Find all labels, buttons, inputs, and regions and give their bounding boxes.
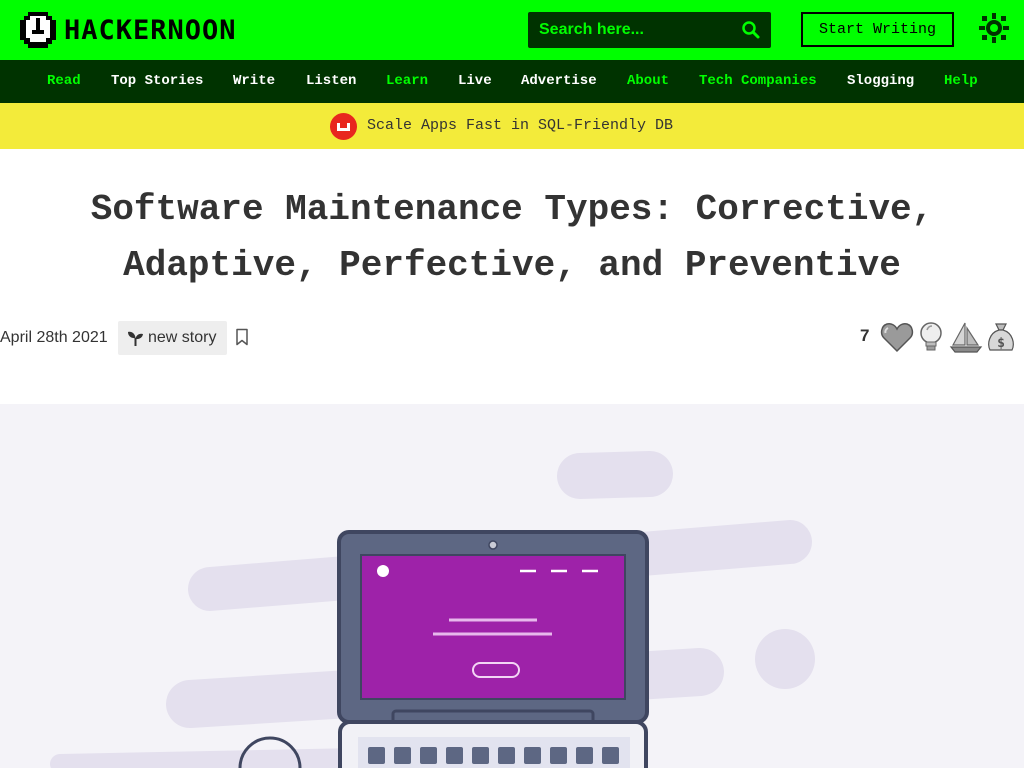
nav-item-slogging[interactable]: Slogging: [847, 60, 914, 103]
hackernoon-logo[interactable]: HACKERNOON: [20, 10, 237, 50]
bookmark-icon[interactable]: [235, 328, 249, 346]
nav-item-advertise[interactable]: Advertise: [521, 60, 597, 103]
sun-icon[interactable]: [978, 12, 1010, 44]
story-tag[interactable]: new story: [118, 321, 227, 355]
logo-text: HACKERNOON: [64, 14, 237, 46]
start-writing-button[interactable]: Start Writing: [801, 12, 954, 47]
publish-date: April 28th 2021: [0, 329, 108, 346]
laptop-illustration: [50, 451, 815, 768]
search-icon[interactable]: [741, 20, 761, 40]
sponsor-logo-icon: [330, 113, 357, 140]
money-bag-icon[interactable]: $: [984, 320, 1018, 354]
heart-icon[interactable]: [880, 320, 914, 354]
svg-text:$: $: [997, 336, 1005, 351]
article-title-line-2: Adaptive, Perfective, and Preventive: [123, 245, 901, 286]
article-title-line-1: Software Maintenance Types: Corrective,: [90, 189, 934, 230]
search-input[interactable]: [528, 12, 738, 48]
sailboat-icon[interactable]: [949, 320, 983, 354]
hackernoon-logo-icon: [20, 12, 56, 48]
nav-item-help[interactable]: Help: [944, 60, 978, 103]
nav-item-about[interactable]: About: [627, 60, 669, 103]
nav-item-read[interactable]: Read: [47, 60, 81, 103]
top-header: HACKERNOON Start Writing: [0, 0, 1024, 60]
sprout-icon: [128, 331, 143, 346]
nav-item-listen[interactable]: Listen: [306, 60, 356, 103]
article-title: Software Maintenance Types: Corrective, …: [20, 182, 1004, 294]
hero-image: [0, 404, 1024, 768]
nav-item-top-stories[interactable]: Top Stories: [111, 60, 203, 103]
nav-item-live[interactable]: Live: [458, 60, 492, 103]
sponsor-banner[interactable]: Scale Apps Fast in SQL-Friendly DB: [0, 103, 1024, 149]
lightbulb-icon[interactable]: [915, 320, 949, 354]
reaction-count: 7: [860, 326, 870, 345]
sponsor-text[interactable]: Scale Apps Fast in SQL-Friendly DB: [367, 103, 673, 149]
main-nav: Read Top Stories Write Listen Learn Live…: [0, 60, 1024, 103]
nav-item-learn[interactable]: Learn: [386, 60, 428, 103]
search-box[interactable]: [528, 12, 771, 48]
tag-label: new story: [148, 329, 217, 346]
nav-item-write[interactable]: Write: [233, 60, 275, 103]
nav-item-tech-companies[interactable]: Tech Companies: [699, 60, 817, 103]
